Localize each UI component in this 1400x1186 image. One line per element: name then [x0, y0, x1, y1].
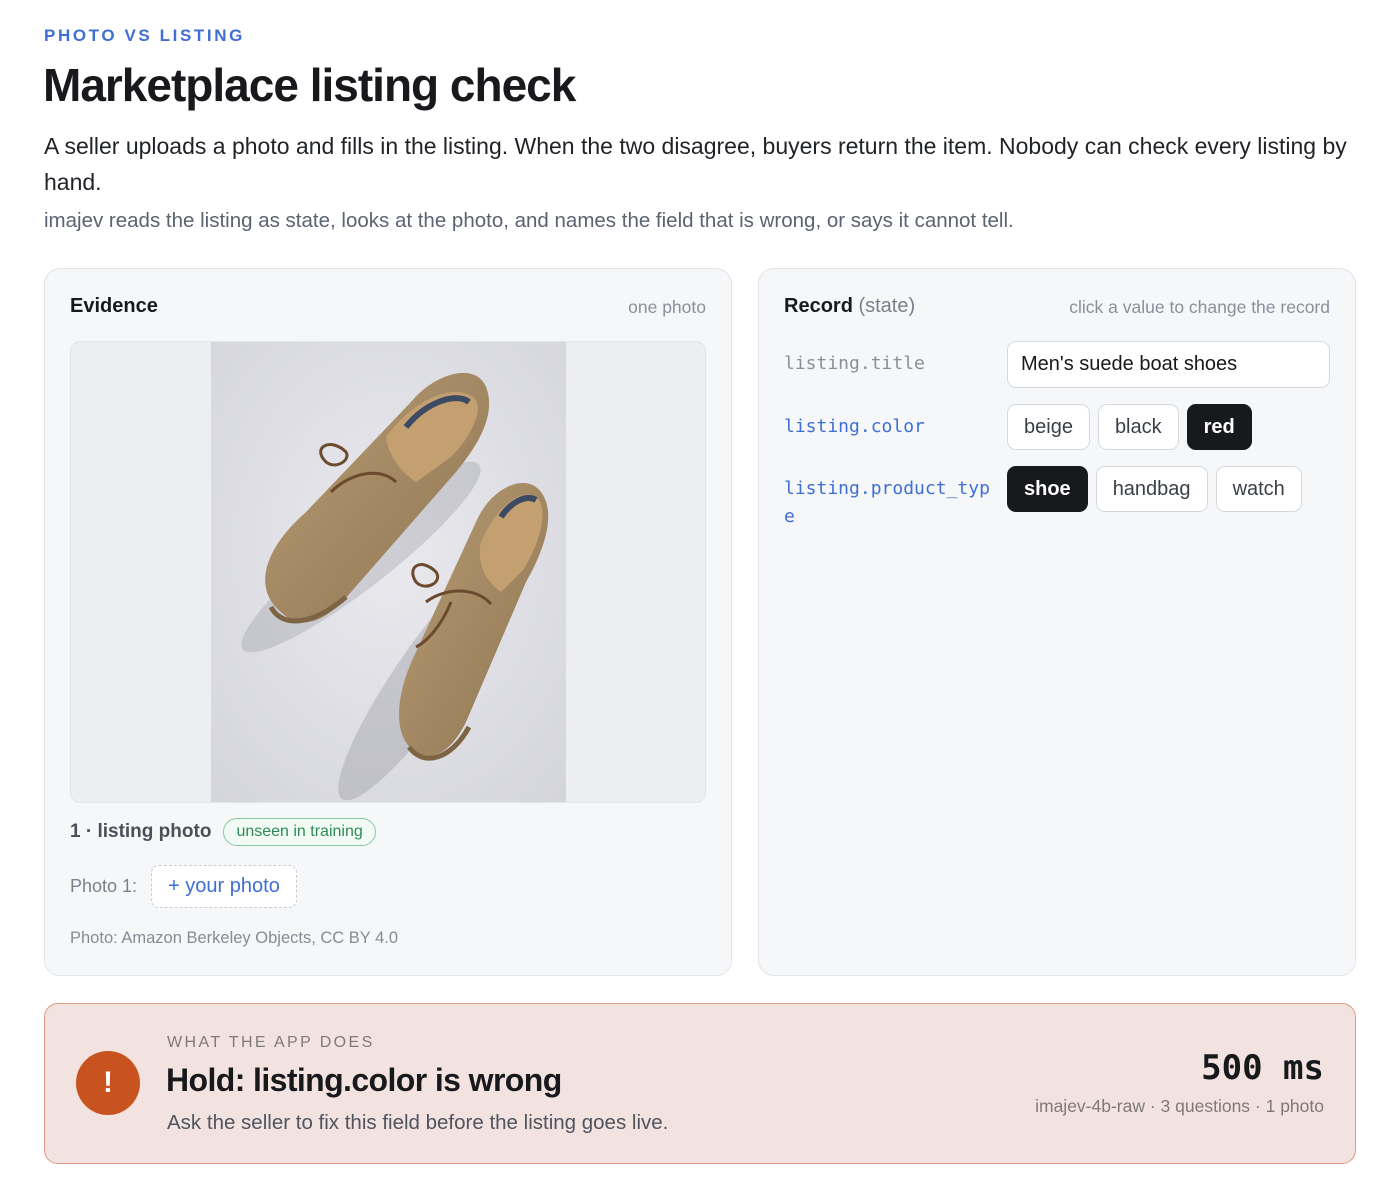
field-values-product-type: shoe handbag watch: [1007, 466, 1302, 512]
product-type-option-watch[interactable]: watch: [1215, 466, 1302, 512]
photo-credit: Photo: Amazon Berkeley Objects, CC BY 4.…: [70, 929, 399, 947]
field-values-title: Men's suede boat shoes: [1007, 341, 1330, 388]
photo-caption-row: 1 · listing photo unseen in training: [70, 818, 376, 846]
record-card: Record (state) click a value to change t…: [758, 268, 1356, 976]
verdict-meta: imajev-4b-raw · 3 questions · 1 photo: [1035, 1096, 1324, 1116]
photo-caption: 1 · listing photo: [70, 821, 212, 842]
photo-frame: [70, 341, 706, 803]
section-eyebrow: PHOTO VS LISTING: [44, 26, 245, 45]
page-subdescription: imajev reads the listing as state, looks…: [44, 209, 1014, 232]
color-option-red[interactable]: red: [1186, 404, 1252, 450]
evidence-hint: one photo: [628, 297, 706, 317]
verdict-latency: 500 ms: [1201, 1048, 1324, 1088]
unseen-badge: unseen in training: [223, 818, 376, 846]
product-type-option-handbag[interactable]: handbag: [1095, 466, 1208, 512]
field-key-product-type: listing.product_type: [784, 478, 990, 527]
shoe-photo-illustration: [211, 342, 566, 802]
page-description: A seller uploads a photo and fills in th…: [44, 133, 1347, 195]
evidence-card: Evidence one photo 1 · listing photo uns…: [44, 268, 732, 976]
record-title-suffix: (state): [858, 295, 916, 317]
page: PHOTO VS LISTING Marketplace listing che…: [0, 0, 1400, 1186]
verdict-eyebrow: WHAT THE APP DOES: [167, 1034, 375, 1051]
product-type-option-shoe[interactable]: shoe: [1007, 466, 1088, 512]
field-key-color: listing.color: [784, 416, 925, 437]
color-option-black[interactable]: black: [1097, 404, 1179, 450]
field-values-color: beige black red: [1007, 404, 1252, 450]
record-hint: click a value to change the record: [1069, 297, 1330, 317]
upload-row: Photo 1: + your photo: [70, 865, 297, 908]
verdict-detail: Ask the seller to fix this field before …: [167, 1111, 669, 1134]
page-title: Marketplace listing check: [43, 59, 576, 111]
evidence-title: Evidence: [70, 295, 158, 317]
upload-label: Photo 1:: [70, 876, 138, 896]
record-title: Record (state): [784, 295, 915, 318]
color-option-beige[interactable]: beige: [1007, 404, 1090, 450]
record-title-label: Record: [784, 295, 853, 317]
field-key-title: listing.title: [784, 353, 925, 374]
verdict-panel: ! WHAT THE APP DOES Hold: listing.color …: [44, 1003, 1356, 1164]
upload-photo-button[interactable]: + your photo: [151, 865, 297, 908]
title-value-field[interactable]: Men's suede boat shoes: [1007, 341, 1330, 388]
listing-photo: [211, 342, 566, 802]
verdict-title: Hold: listing.color is wrong: [166, 1062, 562, 1098]
exclamation-icon: !: [76, 1051, 140, 1115]
